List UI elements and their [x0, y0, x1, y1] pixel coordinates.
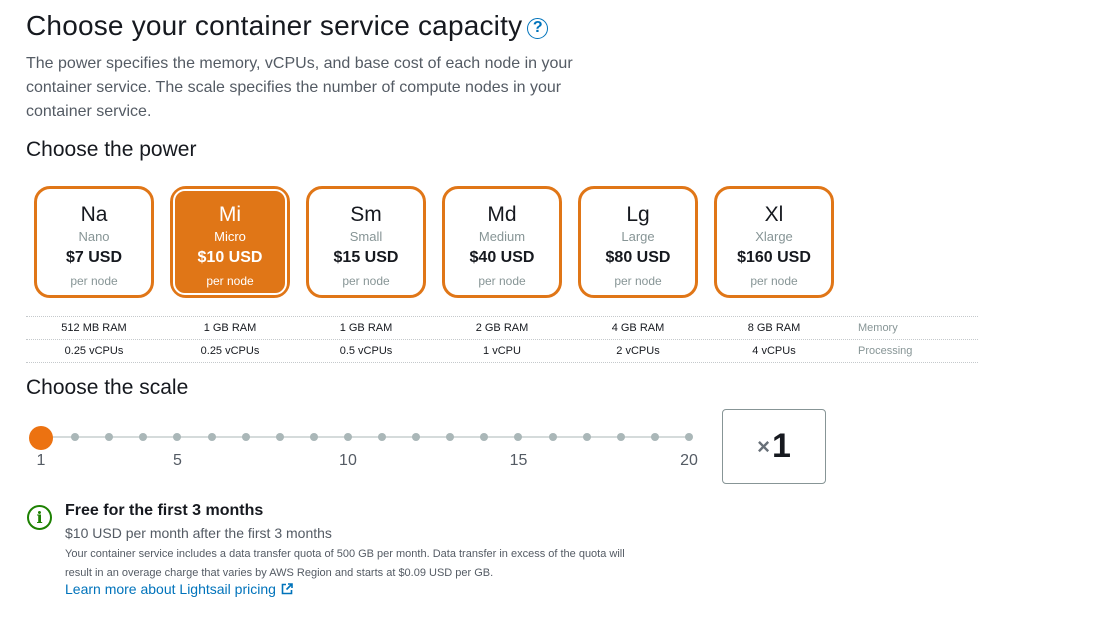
scale-tick-label: 1: [36, 452, 46, 469]
power-abbr: Md: [487, 203, 517, 226]
title-row: Choose your container service capacity ?: [26, 10, 549, 42]
slider-tick[interactable]: [139, 433, 148, 441]
scale-value-box: × 1: [722, 409, 826, 484]
slider-tick[interactable]: [446, 433, 455, 441]
spec-divider: [26, 339, 978, 340]
page-title: Choose your container service capacity: [26, 10, 523, 41]
power-name: Medium: [478, 229, 526, 244]
power-card-xlarge[interactable]: Xl Xlarge $160 USD per node: [714, 186, 834, 298]
power-card-small[interactable]: Sm Small $15 USD per node: [306, 186, 426, 298]
power-per-node: per node: [206, 274, 254, 288]
power-price: $7 USD: [65, 249, 123, 266]
info-circle-icon: i: [27, 505, 52, 530]
memory-value: 1 GB RAM: [339, 322, 393, 334]
power-price: $10 USD: [197, 249, 263, 266]
slider-tick[interactable]: [173, 433, 182, 441]
slider-tick[interactable]: [650, 433, 659, 441]
slider-tick[interactable]: [343, 433, 352, 441]
slider-tick[interactable]: [275, 433, 284, 441]
power-abbr: Na: [80, 203, 108, 226]
processing-label: Processing: [858, 345, 913, 357]
slider-tick[interactable]: [685, 433, 693, 441]
power-abbr: Sm: [350, 203, 382, 226]
slider-tick[interactable]: [309, 433, 318, 441]
multiply-icon: ×: [757, 433, 770, 459]
vcpu-value: 2 vCPUs: [616, 345, 660, 357]
power-price: $15 USD: [333, 249, 399, 266]
slider-tick[interactable]: [548, 433, 557, 441]
power-per-node: per node: [70, 274, 118, 288]
spec-divider: [26, 362, 978, 363]
power-per-node: per node: [614, 274, 662, 288]
slider-tick[interactable]: [105, 433, 114, 441]
slider-tick[interactable]: [241, 433, 250, 441]
slider-tick[interactable]: [480, 433, 489, 441]
slider-tick[interactable]: [207, 433, 216, 441]
scale-heading: Choose the scale: [26, 376, 189, 399]
vcpu-value: 1 vCPU: [483, 345, 521, 357]
scale-tick-label: 10: [339, 452, 357, 469]
power-per-node: per node: [342, 274, 390, 288]
power-name: Nano: [78, 229, 110, 244]
data-transfer-note: Your container service includes a data t…: [65, 548, 625, 579]
learn-more-link-label: Learn more about Lightsail pricing: [65, 581, 276, 597]
scale-tick-label: 5: [172, 452, 182, 469]
power-card-medium[interactable]: Md Medium $40 USD per node: [442, 186, 562, 298]
power-price: $160 USD: [737, 249, 811, 266]
memory-value: 1 GB RAM: [203, 322, 257, 334]
power-heading: Choose the power: [26, 138, 197, 161]
question-circle-icon[interactable]: ?: [527, 17, 549, 39]
slider-tick[interactable]: [582, 433, 591, 441]
learn-more-pricing-link[interactable]: Learn more about Lightsail pricing: [65, 581, 293, 597]
slider-track[interactable]: [41, 436, 689, 438]
power-price: $40 USD: [469, 249, 535, 266]
power-abbr: Xl: [764, 203, 784, 226]
power-per-node: per node: [750, 274, 798, 288]
scale-value: 1: [771, 427, 791, 465]
power-name: Large: [621, 229, 655, 244]
free-tier-title: Free for the first 3 months: [65, 502, 264, 519]
memory-value: 512 MB RAM: [61, 322, 127, 334]
power-name: Micro: [214, 229, 246, 244]
vcpu-value: 0.5 vCPUs: [339, 345, 393, 357]
vcpu-value: 0.25 vCPUs: [64, 345, 124, 357]
power-card-micro[interactable]: Mi Micro $10 USD per node: [170, 186, 290, 298]
free-tier-subtitle: $10 USD per month after the first 3 mont…: [65, 525, 332, 541]
scale-tick-label: 20: [680, 452, 698, 469]
slider-tick[interactable]: [378, 433, 387, 441]
power-name: Xlarge: [755, 229, 793, 244]
spec-divider: [26, 316, 978, 317]
power-per-node: per node: [478, 274, 526, 288]
page-description: The power specifies the memory, vCPUs, a…: [26, 55, 573, 120]
power-price: $80 USD: [605, 249, 671, 266]
power-card-nano[interactable]: Na Nano $7 USD per node: [34, 186, 154, 298]
power-name: Small: [349, 229, 383, 244]
scale-tick-label: 15: [509, 452, 528, 469]
memory-value: 4 GB RAM: [611, 322, 665, 334]
power-abbr: Lg: [626, 203, 650, 226]
power-abbr: Mi: [218, 203, 242, 226]
vcpu-value: 0.25 vCPUs: [200, 345, 260, 357]
slider-tick[interactable]: [412, 433, 421, 441]
memory-value: 8 GB RAM: [747, 322, 801, 334]
slider-tick[interactable]: [514, 433, 523, 441]
memory-label: Memory: [858, 322, 898, 334]
vcpu-value: 4 vCPUs: [752, 345, 796, 357]
slider-tick[interactable]: [71, 433, 80, 441]
slider-tick[interactable]: [616, 433, 625, 441]
slider-thumb[interactable]: [29, 426, 53, 450]
external-link-icon: [281, 583, 293, 595]
memory-value: 2 GB RAM: [475, 322, 529, 334]
power-card-large[interactable]: Lg Large $80 USD per node: [578, 186, 698, 298]
